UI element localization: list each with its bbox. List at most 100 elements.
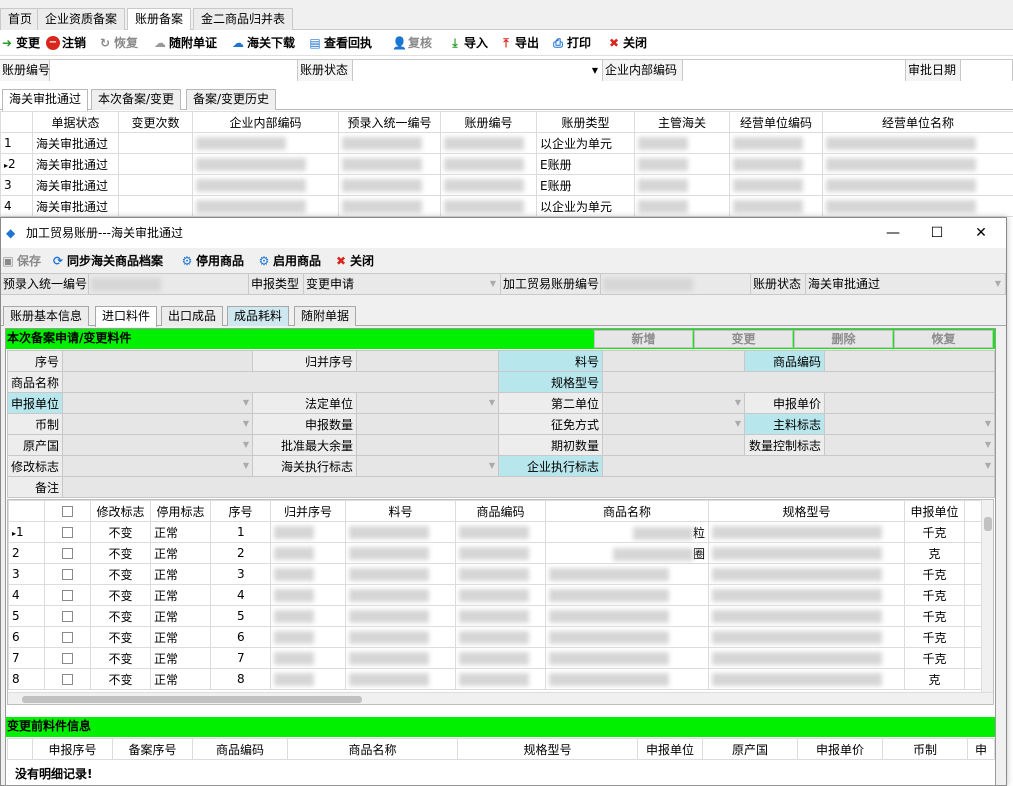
decl-unit-select[interactable]: ▼ xyxy=(62,392,253,414)
col-header[interactable]: 原产国 xyxy=(702,738,798,760)
cancel-button[interactable]: − 注销 xyxy=(46,34,86,52)
internal-no-input[interactable] xyxy=(683,60,906,81)
col-header[interactable]: 备案序号 xyxy=(112,738,193,760)
maximize-button[interactable]: ☐ xyxy=(915,218,959,248)
window-close-button[interactable]: ✕ xyxy=(959,218,1003,248)
table-row[interactable]: 4 海关审批通过 以企业为单元 xyxy=(0,195,1013,217)
account-no-input[interactable] xyxy=(50,60,298,81)
minimize-button[interactable]: — xyxy=(871,218,915,248)
table-row[interactable]: ▸2 海关审批通过 E账册 xyxy=(0,153,1013,175)
enable-goods-button[interactable]: ⚙ 启用商品 xyxy=(257,252,321,269)
spec-input[interactable] xyxy=(602,371,995,393)
table-row[interactable]: ▸1 不变 正常 1 粒千克 xyxy=(8,521,993,543)
col-header[interactable]: 经营单位名称 xyxy=(822,111,1013,133)
table-row[interactable]: 4 不变 正常 4 千克 xyxy=(8,584,993,606)
row-checkbox[interactable] xyxy=(62,527,73,538)
col-header[interactable]: 申报序号 xyxy=(32,738,113,760)
col-header[interactable]: 预录入统一编号 xyxy=(338,111,441,133)
goods-name-input[interactable] xyxy=(62,371,499,393)
subtab-history[interactable]: 备案/变更历史 xyxy=(186,89,277,110)
origin-select[interactable]: ▼ xyxy=(62,434,253,456)
tab-basic-info[interactable]: 账册基本信息 xyxy=(3,306,90,326)
col-header[interactable]: 账册编号 xyxy=(440,111,537,133)
col-header[interactable]: 变更次数 xyxy=(118,111,193,133)
decl-price-input[interactable] xyxy=(824,392,995,414)
material-no-input[interactable] xyxy=(602,350,745,372)
decl-qty-input[interactable] xyxy=(356,413,499,435)
col-header[interactable]: 修改标志 xyxy=(90,500,151,522)
tab-attachments[interactable]: 随附单据 xyxy=(294,306,357,326)
close-button[interactable]: ✖ 关闭 xyxy=(607,34,647,52)
tab-goods-merge[interactable]: 金二商品归并表 xyxy=(193,8,294,30)
edit-button[interactable]: 变更 xyxy=(694,330,793,348)
col-header[interactable]: 规格型号 xyxy=(457,738,638,760)
qty-ctrl-select[interactable]: ▼ xyxy=(824,434,995,456)
col-header[interactable]: 币制 xyxy=(882,738,968,760)
col-header[interactable]: 商品编码 xyxy=(455,500,546,522)
customs-download-button[interactable]: ☁ 海关下载 xyxy=(231,34,295,52)
col-header[interactable]: 企业内部编码 xyxy=(192,111,339,133)
init-qty-input[interactable] xyxy=(602,434,745,456)
tab-account-filing[interactable]: 账册备案 xyxy=(127,8,192,31)
tab-home[interactable]: 首页 xyxy=(0,8,41,30)
change-button[interactable]: ➜ 变更 xyxy=(0,34,40,52)
col-header[interactable]: 经营单位编码 xyxy=(729,111,823,133)
tax-mode-select[interactable]: ▼ xyxy=(602,413,745,435)
row-checkbox[interactable] xyxy=(62,632,73,643)
status-select[interactable]: 海关审批通过 ▼ xyxy=(806,274,1006,294)
table-row[interactable]: 7 不变 正常 7 千克 xyxy=(8,647,993,669)
add-button[interactable]: 新增 xyxy=(594,330,693,348)
row-checkbox[interactable] xyxy=(62,569,73,580)
account-status-select[interactable]: ▼ xyxy=(353,60,603,81)
table-row[interactable]: 6 不变 正常 6 千克 xyxy=(8,626,993,648)
customs-flag-select[interactable]: ▼ xyxy=(356,455,499,477)
disable-goods-button[interactable]: ⚙ 停用商品 xyxy=(180,252,244,269)
main-flag-select[interactable]: ▼ xyxy=(824,413,995,435)
table-row[interactable]: 3 海关审批通过 E账册 xyxy=(0,174,1013,196)
col-header[interactable]: 停用标志 xyxy=(150,500,211,522)
row-checkbox[interactable] xyxy=(62,548,73,559)
subtab-current[interactable]: 本次备案/变更 xyxy=(91,89,182,110)
view-receipt-button[interactable]: ▤ 查看回执 xyxy=(308,34,372,52)
approve-date-input[interactable] xyxy=(961,60,1013,81)
restore-button[interactable]: ↻ 恢复 xyxy=(98,34,138,52)
col-header[interactable]: 申报单位 xyxy=(904,500,965,522)
col-header[interactable]: 申 xyxy=(967,738,995,760)
row-checkbox[interactable] xyxy=(62,653,73,664)
row-checkbox[interactable] xyxy=(62,674,73,685)
currency-select[interactable]: ▼ xyxy=(62,413,253,435)
col-header[interactable]: 商品名称 xyxy=(545,500,709,522)
col-header[interactable]: 规格型号 xyxy=(708,500,905,522)
table-row[interactable]: 8 不变 正常 8 克 xyxy=(8,668,993,690)
dialog-close-button[interactable]: ✖ 关闭 xyxy=(334,252,374,269)
col-header[interactable]: 申报单价 xyxy=(797,738,883,760)
delete-button[interactable]: 删除 xyxy=(794,330,893,348)
import-button[interactable]: ⤓ 导入 xyxy=(448,34,488,52)
remark-input[interactable] xyxy=(62,476,995,498)
follow-doc-button[interactable]: ☁ 随附单证 xyxy=(153,34,217,52)
col-header[interactable]: 料号 xyxy=(345,500,456,522)
row-checkbox[interactable] xyxy=(62,611,73,622)
tab-qualification[interactable]: 企业资质备案 xyxy=(37,8,126,30)
recheck-button[interactable]: 👤 复核 xyxy=(392,34,432,52)
col-header[interactable]: 商品编码 xyxy=(192,738,288,760)
export-button[interactable]: ⤒ 导出 xyxy=(499,34,539,52)
seq-input[interactable] xyxy=(62,350,253,372)
horizontal-scrollbar[interactable] xyxy=(8,692,993,704)
table-row[interactable]: 2 不变 正常 2 圈克 xyxy=(8,542,993,564)
table-row[interactable]: 5 不变 正常 5 千克 xyxy=(8,605,993,627)
modify-flag-select[interactable]: ▼ xyxy=(62,455,253,477)
sync-goods-button[interactable]: ⟳ 同步海关商品档案 xyxy=(51,252,163,269)
print-button[interactable]: ⎙ 打印 xyxy=(551,34,591,52)
col-header[interactable]: 账册类型 xyxy=(536,111,635,133)
max-remain-input[interactable] xyxy=(356,434,499,456)
declare-type-select[interactable]: 变更申请 ▼ xyxy=(304,274,501,294)
col-header[interactable]: 商品名称 xyxy=(287,738,458,760)
scroll-thumb[interactable] xyxy=(22,696,362,703)
table-row[interactable]: 1 海关审批通过 以企业为单元 xyxy=(0,132,1013,154)
tab-import-materials[interactable]: 进口料件 xyxy=(95,306,158,327)
tab-consumption[interactable]: 成品耗料 xyxy=(227,306,290,326)
second-unit-select[interactable]: ▼ xyxy=(602,392,745,414)
col-header[interactable]: 申报单位 xyxy=(637,738,703,760)
scroll-thumb[interactable] xyxy=(984,517,992,531)
